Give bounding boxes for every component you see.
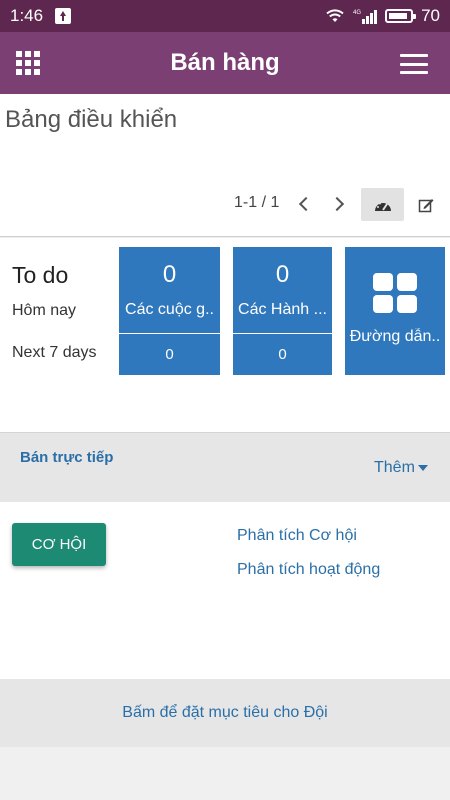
sales-team-header: Bán trực tiếp Thêm <box>0 432 450 502</box>
status-indicators: 4G 70 <box>325 6 440 26</box>
apps-grid-icon[interactable] <box>16 51 40 75</box>
pipeline-tile[interactable]: Đường dẫn.. <box>345 247 445 375</box>
pipeline-tile-label: Đường dẫn.. <box>349 328 441 345</box>
caret-down-icon <box>417 465 428 471</box>
cell-signal-icon: 4G <box>353 10 378 24</box>
hamburger-menu-icon[interactable] <box>400 54 428 74</box>
upload-notification-icon <box>55 8 72 24</box>
meetings-today-tile[interactable]: 0 Các cuộc g.. <box>119 247 220 333</box>
grid-tiles-icon <box>373 273 417 313</box>
battery-percentage: 70 <box>421 6 440 25</box>
more-label: Thêm <box>374 459 415 476</box>
breadcrumb: Bảng điều khiển <box>5 106 178 133</box>
app-title: Bán hàng <box>170 49 280 76</box>
chevron-left-icon[interactable] <box>292 192 316 216</box>
todo-title: To do <box>12 262 69 288</box>
activities-next7-tile[interactable]: 0 <box>233 333 332 375</box>
app-bar: Bán hàng <box>0 32 450 94</box>
pager-value[interactable]: 1-1 / 1 <box>234 194 279 212</box>
today-label: Hôm nay <box>12 302 77 319</box>
set-target-bar: Bấm để đặt mục tiêu cho Đội <box>0 679 450 747</box>
status-bar: 1:46 4G 70 <box>0 0 450 32</box>
opportunity-analysis-link[interactable]: Phân tích Cơ hội <box>237 527 357 545</box>
sales-team-name[interactable]: Bán trực tiếp <box>20 449 113 466</box>
edit-icon <box>418 198 434 212</box>
network-type-label: 4G <box>353 10 361 16</box>
activities-today-count: 0 <box>275 261 290 288</box>
activities-tile-label: Các Hành ... <box>238 301 327 318</box>
opportunity-button[interactable]: CƠ HỘI <box>12 523 106 566</box>
speedometer-icon <box>374 200 391 211</box>
more-dropdown[interactable]: Thêm <box>374 459 428 477</box>
dashboard-view-button[interactable] <box>361 188 404 221</box>
battery-icon <box>385 9 417 23</box>
activities-today-tile[interactable]: 0 Các Hành ... <box>233 247 332 333</box>
status-time: 1:46 <box>10 6 44 25</box>
meetings-today-count: 0 <box>162 261 177 288</box>
meetings-next7-tile[interactable]: 0 <box>119 333 220 375</box>
control-panel: Bảng điều khiển 1-1 / 1 <box>0 94 450 237</box>
activity-analysis-link[interactable]: Phân tích hoạt động <box>237 561 380 579</box>
sales-team-body: CƠ HỘI Phân tích Cơ hội Phân tích hoạt đ… <box>0 502 450 679</box>
todo-section: To do Hôm nay Next 7 days 0 Các cuộc g..… <box>0 238 450 432</box>
set-team-target-link[interactable]: Bấm để đặt mục tiêu cho Đội <box>122 704 327 722</box>
chevron-right-icon[interactable] <box>327 192 351 216</box>
edit-view-button[interactable] <box>412 188 440 221</box>
wifi-icon <box>326 9 344 22</box>
next-7-days-label: Next 7 days <box>12 344 97 361</box>
meetings-tile-label: Các cuộc g.. <box>125 301 214 318</box>
